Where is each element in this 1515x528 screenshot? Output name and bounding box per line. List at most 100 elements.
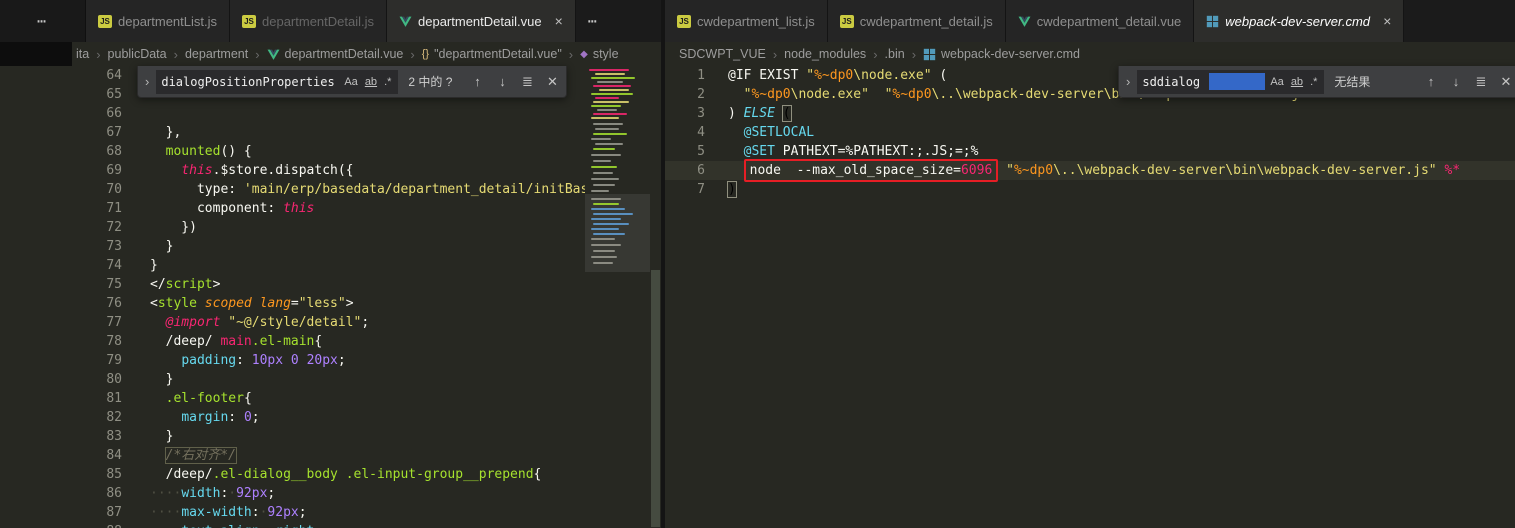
chevron-right-icon: › xyxy=(772,46,778,62)
js-file-icon: JS xyxy=(839,14,854,28)
code-line: 75 </script> xyxy=(0,275,661,294)
line-number: 68 xyxy=(106,144,122,159)
scrollbar-slider[interactable] xyxy=(651,270,660,527)
line-number: 81 xyxy=(106,391,122,406)
breadcrumb-item[interactable]: webpack-dev-server.cmd xyxy=(923,47,1080,61)
tab-overflow-icon[interactable]: ⋯ xyxy=(576,0,611,42)
vscode-window: ⋯ JS departmentList.js JS departmentDetail.… xyxy=(0,0,1515,528)
tab-bar-right: JS cwdepartment_list.js JS cwdepartment_det… xyxy=(665,0,1515,42)
minimap[interactable] xyxy=(585,66,650,528)
find-in-selection-icon[interactable]: ≣ xyxy=(517,74,537,90)
line-number: 69 xyxy=(106,163,122,178)
breadcrumb-item[interactable]: node_modules xyxy=(784,47,866,61)
tab-departmentDetail.js[interactable]: JS departmentDetail.js xyxy=(230,0,387,42)
line-number: 80 xyxy=(106,372,122,387)
find-match-count: 2 中的 ? xyxy=(408,75,453,89)
line-number: 88 xyxy=(0,522,122,528)
chevron-right-icon: › xyxy=(255,46,260,62)
find-input-box: Aa ab .* xyxy=(156,69,399,94)
js-file-icon: JS xyxy=(677,14,691,28)
line-number: 83 xyxy=(106,429,122,444)
line-number: 67 xyxy=(106,125,122,140)
whole-word-icon[interactable]: ab xyxy=(363,75,379,89)
find-no-results-text: 无结果 xyxy=(1334,75,1371,89)
line-number: 7 xyxy=(697,182,705,197)
line-number: 76 xyxy=(106,296,122,311)
code-line: 69 this.$store.dispatch({ xyxy=(0,161,661,180)
tab-webpack-dev-server.cmd[interactable]: webpack-dev-server.cmd × xyxy=(1194,0,1405,42)
line-number: 1 xyxy=(697,68,705,83)
close-icon[interactable]: × xyxy=(1383,13,1391,29)
whole-word-icon[interactable]: ab xyxy=(1289,75,1305,89)
line-number: 77 xyxy=(106,315,122,330)
find-input[interactable] xyxy=(1142,74,1207,89)
tab-cwdepartment_list.js[interactable]: JS cwdepartment_list.js xyxy=(665,0,828,42)
breadcrumb-item[interactable]: departmentDetail.vue xyxy=(267,47,403,61)
match-case-icon[interactable]: Aa xyxy=(1268,75,1285,89)
find-widget-left: › Aa ab .* 2 中的 ? ↑ ↓ ≣ ✕ xyxy=(137,66,567,98)
vue-file-icon xyxy=(1018,16,1031,27)
chevron-right-icon: › xyxy=(568,46,574,62)
line-number: 2 xyxy=(697,87,705,102)
line-number: 82 xyxy=(106,410,122,425)
symbol-icon: ◆ xyxy=(580,48,588,60)
tab-cwdepartment_detail.js[interactable]: JS cwdepartment_detail.js xyxy=(827,0,1006,42)
code-line: 88····text-align:·right; xyxy=(0,522,661,528)
line-number: 66 xyxy=(106,106,122,121)
tab-departmentList.js[interactable]: JS departmentList.js xyxy=(86,0,230,42)
code-line: 74} xyxy=(0,256,661,275)
match-case-icon[interactable]: Aa xyxy=(342,75,359,89)
vue-file-icon xyxy=(399,16,412,27)
breadcrumb-item[interactable]: {} "departmentDetail.vue" xyxy=(422,47,562,61)
line-number: 3 xyxy=(697,106,705,121)
editor-group-sash[interactable] xyxy=(661,0,665,528)
tab-label: departmentList.js xyxy=(118,13,217,29)
find-close-icon[interactable]: ✕ xyxy=(542,74,562,90)
line-number: 4 xyxy=(697,125,705,140)
tab-cwdepartment_detail.vue[interactable]: cwdepartment_detail.vue xyxy=(1005,0,1195,42)
scrollbar[interactable] xyxy=(650,66,661,528)
tabs-right: JS cwdepartment_list.js JS cwdepartment_det… xyxy=(665,0,1405,42)
line-number: 79 xyxy=(106,353,122,368)
breadcrumb-item[interactable]: .bin xyxy=(885,47,905,61)
find-previous-icon[interactable]: ↑ xyxy=(1421,74,1441,89)
toggle-replace-icon[interactable]: › xyxy=(1124,74,1132,89)
input-selection-highlight xyxy=(1209,73,1266,90)
breadcrumb-item[interactable]: publicData xyxy=(108,47,167,61)
code-line: 70 type: 'main/erp/basedata/department_d… xyxy=(0,180,661,199)
window-corner-patch xyxy=(0,42,72,66)
code-line: 78 /deep/ main.el-main{ xyxy=(0,332,661,351)
find-widget-right: › Aa ab .* 无结果 ↑ ↓ ≣ ✕ xyxy=(1118,66,1515,98)
regex-icon[interactable]: .* xyxy=(1308,75,1319,89)
breadcrumb-item[interactable]: SDCWPT_VUE xyxy=(679,47,766,61)
breadcrumb-item[interactable]: ita xyxy=(76,47,89,61)
find-in-selection-icon[interactable]: ≣ xyxy=(1471,74,1491,90)
find-next-icon[interactable]: ↓ xyxy=(492,74,512,89)
breadcrumb-item[interactable]: department xyxy=(185,47,248,61)
find-close-icon[interactable]: ✕ xyxy=(1496,74,1515,90)
editor-right[interactable]: 1 @IF EXIST "%~dp0\node.exe" (2 "%~dp0\no… xyxy=(665,66,1515,528)
editor-left[interactable]: 64 65 66 67 }, 68 mounted() {69 this.$store.… xyxy=(0,66,661,528)
tab-departmentDetail.vue[interactable]: departmentDetail.vue × xyxy=(387,0,576,42)
tabs-left: JS departmentList.js JS departmentDetail.js… xyxy=(86,0,576,42)
js-file-icon: JS xyxy=(98,14,112,28)
find-previous-icon[interactable]: ↑ xyxy=(467,74,487,89)
toggle-replace-icon[interactable]: › xyxy=(143,74,151,89)
chevron-right-icon: › xyxy=(96,46,101,62)
find-next-icon[interactable]: ↓ xyxy=(1446,74,1466,89)
line-number: 73 xyxy=(106,239,122,254)
code-line: 76 <style scoped lang="less"> xyxy=(0,294,661,313)
breadcrumb-item[interactable]: ◆ style xyxy=(580,47,618,61)
line-number: 64 xyxy=(106,68,122,83)
editor-actions-more-icon[interactable]: ⋯ xyxy=(0,0,86,42)
chevron-right-icon: › xyxy=(173,46,178,62)
tab-label: cwdepartment_list.js xyxy=(697,13,815,29)
regex-icon[interactable]: .* xyxy=(382,75,393,89)
find-input[interactable] xyxy=(161,74,340,89)
line-number: 5 xyxy=(697,144,705,159)
line-number: 70 xyxy=(106,182,122,197)
code-line: 77 @import "~@/style/detail"; xyxy=(0,313,661,332)
close-icon[interactable]: × xyxy=(555,13,563,29)
code-line: 72 }) xyxy=(0,218,661,237)
braces-icon: {} xyxy=(421,48,430,60)
